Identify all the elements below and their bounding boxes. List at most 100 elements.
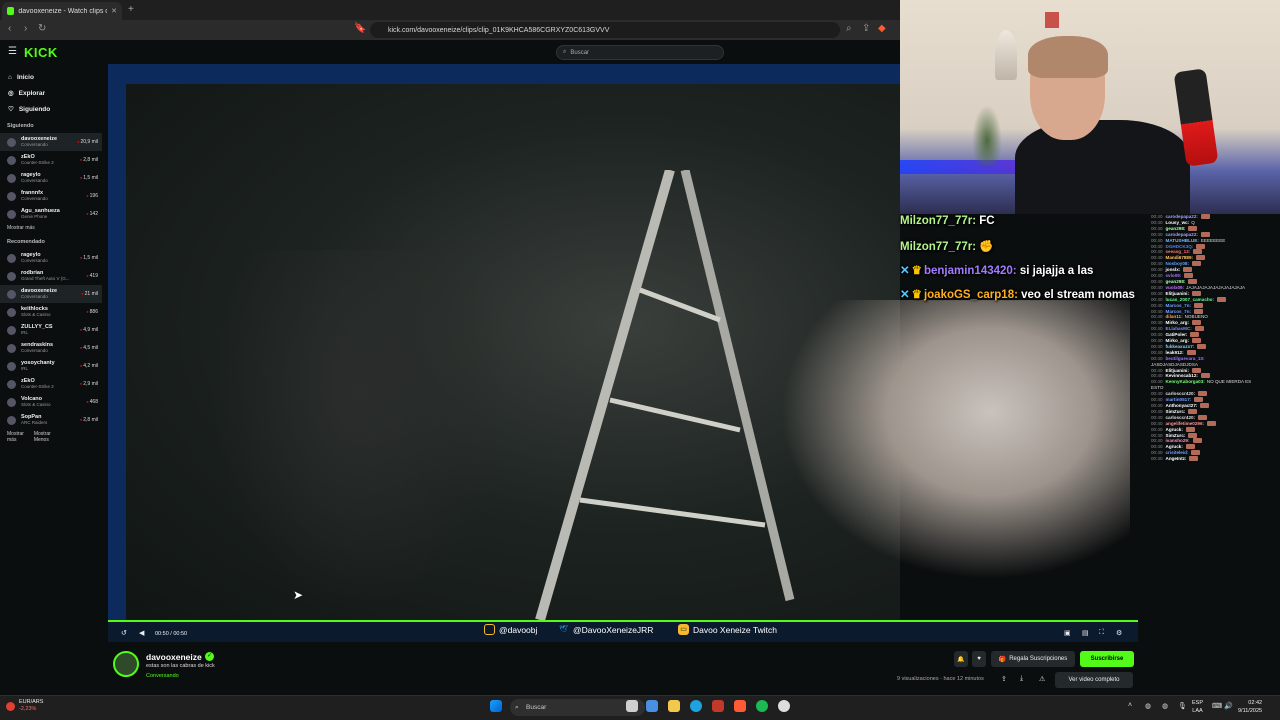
brave-icon[interactable] bbox=[734, 700, 746, 712]
channel-avatar bbox=[7, 325, 16, 335]
download-icon[interactable]: ⤓ bbox=[1020, 675, 1023, 683]
brave-shield-icon[interactable]: ◆ bbox=[878, 23, 886, 34]
full-video-button[interactable]: Ver video completo bbox=[1055, 672, 1133, 688]
language-indicator[interactable]: ESP LAA bbox=[1192, 699, 1203, 715]
overlay-chat-user: Milzon77_77r: bbox=[900, 241, 977, 253]
sidebar-channel[interactable]: VolcanoSlots & Casino468 bbox=[0, 393, 102, 411]
overlay-chat-message: Milzon77_77r: ✊ bbox=[900, 239, 994, 253]
sidebar-channel[interactable]: yosoychantyIRL4,2 mil bbox=[0, 357, 102, 375]
menu-icon[interactable]: ☰ bbox=[8, 46, 17, 57]
fullscreen-icon[interactable]: ⛶ bbox=[1099, 629, 1104, 637]
sidebar-channel[interactable]: rageyloConversando1,5 mil bbox=[0, 169, 102, 187]
nav-inicio[interactable]: ⌂ Inicio bbox=[0, 69, 102, 85]
emote-icon bbox=[1191, 290, 1201, 296]
recommended-show-more[interactable]: Mostrar más bbox=[7, 431, 34, 443]
sidebar-channel[interactable]: sendraskinsConversando4,5 mil bbox=[0, 339, 102, 357]
chat-message: 00:40 AngeIntz: bbox=[1140, 456, 1280, 462]
sidebar-channel[interactable]: davooxeneizeConversando20,9 mil bbox=[0, 133, 102, 151]
following-show-more[interactable]: Mostrar más bbox=[7, 225, 35, 231]
emote-icon bbox=[1200, 231, 1210, 237]
channel-avatar[interactable] bbox=[113, 651, 139, 677]
nav-siguiendo[interactable]: ♡ Siguiendo bbox=[0, 101, 102, 117]
new-tab-icon[interactable]: + bbox=[128, 4, 134, 15]
zoom-icon[interactable]: ⌕ bbox=[846, 23, 852, 34]
tray-app-icon[interactable]: ◍ bbox=[1145, 702, 1151, 710]
browser-tab-strip bbox=[0, 0, 900, 20]
pip-icon[interactable]: ▣ bbox=[1064, 629, 1071, 637]
viewer-count: 4,5 mil bbox=[80, 345, 98, 351]
edge-icon[interactable] bbox=[690, 700, 702, 712]
search-icon: ⌕ bbox=[563, 49, 567, 55]
emote-icon bbox=[1186, 349, 1196, 355]
widgets-icon[interactable] bbox=[646, 700, 658, 712]
share-icon[interactable]: ⇪ bbox=[862, 23, 870, 34]
led-strip bbox=[900, 160, 1030, 174]
emote-icon bbox=[1185, 426, 1195, 432]
tray-app-icon[interactable]: ◍ bbox=[1162, 702, 1168, 710]
stock-widget[interactable]: EUR/ARS -2,23% bbox=[6, 699, 43, 713]
sidebar-channel[interactable]: keithlocksSlots & Casino886 bbox=[0, 303, 102, 321]
url-field[interactable]: kick.com/davooxeneize/clips/clip_01K9KHC… bbox=[370, 22, 840, 38]
obs-icon[interactable] bbox=[778, 700, 790, 712]
gift-subs-button[interactable]: 🎁 Regala Suscripciones bbox=[991, 651, 1075, 667]
chat-username[interactable]: AngeIntz: bbox=[1166, 456, 1187, 462]
emote-icon bbox=[1185, 444, 1195, 450]
sidebar-channel[interactable]: zEkOCounter-Strike 22,8 mil bbox=[0, 151, 102, 169]
search-input[interactable]: ⌕ Buscar bbox=[556, 45, 724, 60]
sidebar-channel[interactable]: Agu_sanhuezaGenie Phone142 bbox=[0, 205, 102, 223]
clip-title: estas son las cabras de kick bbox=[146, 663, 215, 669]
channel-avatar bbox=[7, 253, 16, 263]
sidebar-channel[interactable]: davooxeneizeConversando21 mil bbox=[0, 285, 102, 303]
moderator-badge-icon: ✕ bbox=[900, 289, 910, 301]
share-clip-icon[interactable]: ⇪ bbox=[1001, 675, 1007, 683]
sidebar-channel[interactable]: zEkOCounter-Strike 22,9 mil bbox=[0, 375, 102, 393]
viewer-count: 20,9 mil bbox=[77, 139, 98, 145]
emote-icon bbox=[1194, 308, 1204, 314]
forward-icon[interactable]: › bbox=[24, 23, 27, 34]
overlay-chat-text: ✊ bbox=[979, 241, 994, 253]
task-view-icon[interactable] bbox=[626, 700, 638, 712]
reload-icon[interactable]: ↻ bbox=[38, 23, 46, 34]
bookmark-icon[interactable]: 🔖 bbox=[354, 23, 366, 34]
volume-icon[interactable]: 🔊 bbox=[1224, 702, 1233, 710]
mic-tray-icon[interactable]: 🎙 bbox=[1178, 702, 1187, 710]
instagram-icon bbox=[484, 624, 495, 635]
nav-explorar[interactable]: ◎ Explorar bbox=[0, 85, 102, 101]
settings-icon[interactable]: ⚙ bbox=[1116, 629, 1122, 637]
overlay-chat-text: veo el stream nomas bbox=[1021, 289, 1135, 301]
kick-logo[interactable]: KICK bbox=[24, 45, 58, 60]
volume-icon[interactable]: ◀ bbox=[139, 629, 144, 637]
tray-chevron-icon[interactable]: ˄ bbox=[1128, 702, 1132, 709]
sidebar-channel[interactable]: SopPanARC Raiders2,8 mil bbox=[0, 411, 102, 429]
close-tab-icon[interactable]: ✕ bbox=[111, 7, 117, 15]
viewer-count: 21 mil bbox=[81, 291, 98, 297]
sidebar-channel[interactable]: rageyloConversando1,5 mil bbox=[0, 249, 102, 267]
taskbar-search[interactable]: ⌕ Buscar bbox=[510, 699, 645, 716]
sidebar-channel[interactable]: ZULLYY_CSIRL4,9 mil bbox=[0, 321, 102, 339]
theater-icon[interactable]: ▤ bbox=[1082, 629, 1089, 637]
clip-category[interactable]: Conversando bbox=[146, 673, 179, 679]
channel-name[interactable]: davooxeneize bbox=[146, 652, 202, 662]
file-explorer-icon[interactable] bbox=[668, 700, 680, 712]
wall-decoration bbox=[1045, 12, 1059, 28]
sidebar-channel[interactable]: frannnfxConversando196 bbox=[0, 187, 102, 205]
sidebar-channel[interactable]: rodbrianGrand Theft Auto V (G...419 bbox=[0, 267, 102, 285]
notification-bell-button[interactable]: 🔔 bbox=[954, 651, 968, 667]
follow-heart-button[interactable]: ♥ bbox=[972, 651, 986, 667]
back-icon[interactable]: ‹ bbox=[8, 23, 11, 34]
spotify-icon[interactable] bbox=[756, 700, 768, 712]
browser-tab[interactable]: davooxeneize - Watch clips on K ✕ bbox=[2, 2, 122, 20]
emote-icon bbox=[1200, 373, 1210, 379]
app-icon[interactable] bbox=[712, 700, 724, 712]
subscribe-button[interactable]: Suscribirse bbox=[1080, 651, 1134, 667]
channel-avatar bbox=[7, 209, 16, 219]
recommended-show-less[interactable]: Mostrar Menos bbox=[34, 431, 66, 443]
chat-username[interactable]: KennyKaborga03: bbox=[1166, 379, 1205, 385]
system-clock[interactable]: 02:42 9/11/2025 bbox=[1238, 699, 1262, 715]
emote-icon bbox=[1198, 414, 1208, 420]
report-icon[interactable]: ⚠ bbox=[1039, 675, 1045, 683]
replay-icon[interactable]: ↺ bbox=[121, 629, 127, 637]
windows-start-icon[interactable] bbox=[490, 700, 502, 712]
network-icon[interactable]: ⌨ bbox=[1212, 702, 1222, 710]
following-header: Siguiendo bbox=[7, 123, 34, 129]
